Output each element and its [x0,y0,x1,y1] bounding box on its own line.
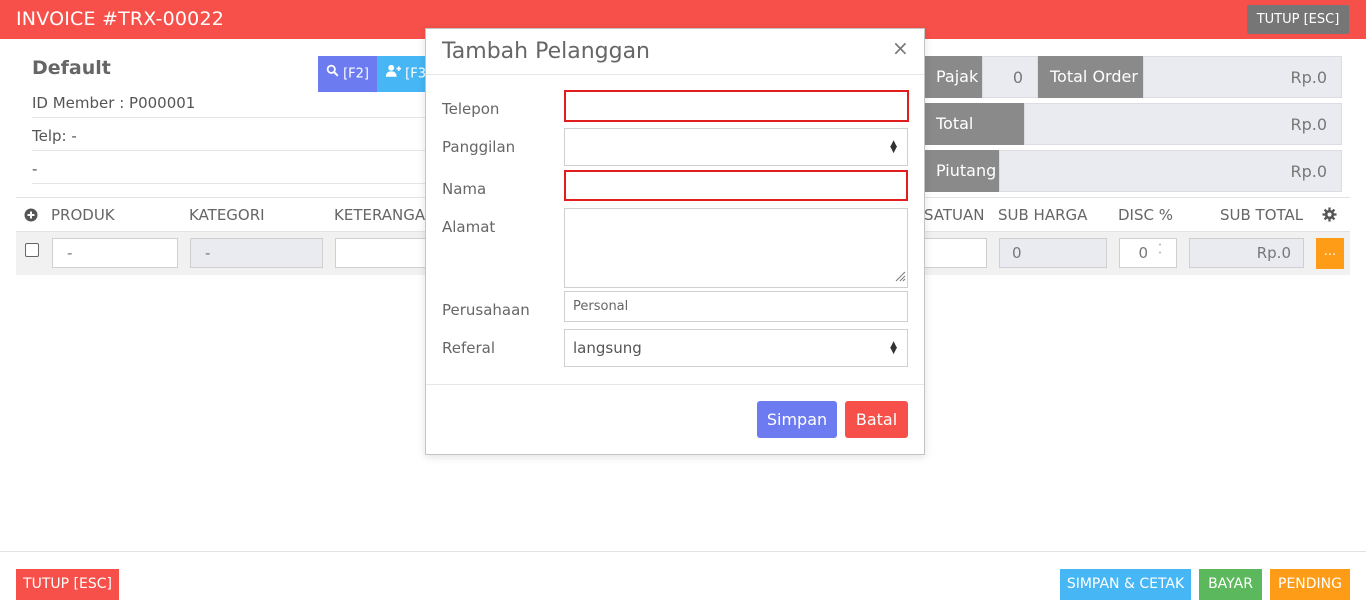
note-input[interactable] [335,238,435,268]
company-label: Perusahaan [442,301,530,319]
settings-gear-icon[interactable] [1322,207,1337,226]
col-sub-price: SUB HARGA [998,206,1088,224]
customer-address: - [32,160,428,184]
modal-title: Tambah Pelanggan [442,39,651,64]
col-product: PRODUK [51,206,115,224]
modal-divider [426,74,924,75]
customer-name: Default [32,57,111,79]
col-category: KATEGORI [189,206,265,224]
spinner-arrows-icon[interactable]: ˄ ˅ [1158,244,1162,260]
search-customer-label: [F2] [343,66,370,82]
category-field: - [190,238,323,268]
discount-value: 0 [1138,244,1148,262]
company-field[interactable]: Personal [564,291,908,322]
search-icon [326,56,339,92]
address-textarea[interactable] [564,208,908,288]
resize-handle-icon[interactable] [895,268,906,286]
select-arrows-icon: ▲ ▼ [890,340,897,356]
sub-price-field: 0 [999,238,1107,268]
add-user-icon [385,56,401,92]
referral-label: Referal [442,339,496,357]
modal-footer-divider [426,384,924,385]
product-input[interactable]: - [52,238,178,268]
unit-input[interactable] [924,238,987,268]
receivable-value: Rp.0 [999,150,1342,192]
pay-button[interactable]: BAYAR [1199,569,1262,600]
add-customer-modal: Tambah Pelanggan × Telepon Panggilan ▲ ▼ … [425,28,925,455]
col-unit: SATUAN [924,206,985,224]
add-customer-label: [F3 [405,66,426,82]
row-checkbox[interactable] [25,243,39,257]
save-button[interactable]: Simpan [757,401,837,438]
select-arrows-icon: ▲ ▼ [890,139,897,155]
total-paid-value: Rp.0 [1024,103,1342,145]
name-label: Nama [442,180,487,198]
row-more-button[interactable]: ... [1316,238,1344,269]
col-sub-total: SUB TOTAL [1220,206,1304,224]
referral-select[interactable]: langsung ▲ ▼ [564,329,908,367]
address-label: Alamat [442,218,496,236]
tax-value: 0 [982,56,1038,98]
sub-total-field: Rp.0 [1189,238,1304,268]
close-bottom-button[interactable]: TUTUP [ESC] [16,569,119,600]
total-order-value: Rp.0 [1143,56,1342,98]
receivable-label: Piutang [924,150,999,192]
col-discount: DISC % [1118,206,1173,224]
modal-close-icon[interactable]: × [892,36,909,60]
save-print-button[interactable]: SIMPAN & CETAK [1060,569,1191,600]
customer-phone: Telp: - [32,127,428,151]
phone-label: Telepon [442,100,500,118]
col-note: KETERANGA [334,206,426,224]
phone-field[interactable] [564,90,909,122]
invoice-title: INVOICE #TRX-00022 [16,8,225,30]
search-customer-button[interactable]: [F2] [318,56,377,92]
member-id: ID Member : P000001 [32,94,428,118]
salutation-select[interactable]: ▲ ▼ [564,128,908,166]
footer-bar: TUTUP [ESC] SIMPAN & CETAK BAYAR PENDING [0,551,1366,615]
add-row-icon[interactable] [24,207,38,226]
referral-value: langsung [573,339,642,357]
total-order-label: Total Order [1038,56,1143,98]
pending-button[interactable]: PENDING [1270,569,1350,600]
total-paid-label: Total Bayar [924,103,1024,175]
close-top-button[interactable]: TUTUP [ESC] [1247,5,1349,34]
salutation-label: Panggilan [442,138,516,156]
discount-input[interactable]: 0 ˄ ˅ [1119,238,1177,268]
cancel-button[interactable]: Batal [845,401,908,438]
tax-label: Pajak [924,56,982,98]
name-field[interactable] [564,170,908,201]
